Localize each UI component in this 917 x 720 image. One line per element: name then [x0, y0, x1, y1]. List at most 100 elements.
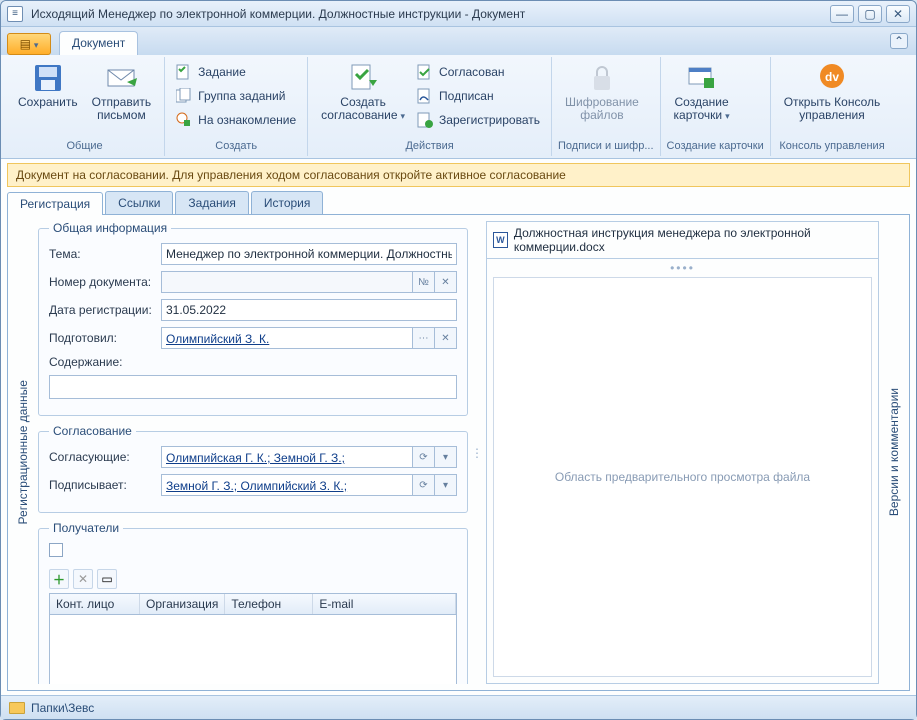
- prepared-input[interactable]: Олимпийский З. К.: [161, 327, 413, 349]
- subject-input[interactable]: [161, 243, 457, 265]
- page-tabs: Регистрация Ссылки Задания История: [7, 191, 910, 215]
- info-bar: Документ на согласовании. Для управления…: [7, 163, 910, 187]
- regdate-input[interactable]: [161, 299, 457, 321]
- regdate-label: Дата регистрации:: [49, 303, 161, 317]
- console-icon: dv: [816, 62, 848, 94]
- ribbon-collapse-button[interactable]: ⌃: [890, 33, 908, 49]
- col-tel[interactable]: Телефон: [225, 594, 313, 614]
- folder-icon: [9, 702, 25, 714]
- minimize-button[interactable]: —: [830, 5, 854, 23]
- preview-header: W Должностная инструкция менеджера по эл…: [487, 222, 878, 259]
- recipient-card-button[interactable]: ▭: [97, 569, 117, 589]
- group-label-create: Создать: [171, 140, 301, 156]
- section-recipients: Получатели ＋ ✕ ▭ Конт. лицо Организация …: [38, 521, 468, 684]
- approvers-refresh-button[interactable]: ⟳: [413, 446, 435, 468]
- save-label: Сохранить: [18, 96, 78, 109]
- content-textarea[interactable]: [49, 375, 457, 399]
- docnum-input[interactable]: [161, 271, 413, 293]
- docnum-generate-button[interactable]: №: [413, 271, 435, 293]
- create-approval-text: Создать согласование: [321, 95, 397, 122]
- status-path[interactable]: Папки\Зевс: [31, 701, 94, 715]
- recipients-grid[interactable]: Конт. лицо Организация Телефон E-mail: [49, 593, 457, 684]
- mail-icon: [105, 62, 137, 94]
- create-approval-button[interactable]: Создать согласование: [314, 59, 412, 140]
- close-window-button[interactable]: ✕: [886, 5, 910, 23]
- review-icon: [176, 112, 192, 128]
- col-email[interactable]: E-mail: [313, 594, 456, 614]
- task-group-label: Группа заданий: [198, 89, 285, 103]
- svg-text:dv: dv: [825, 70, 839, 84]
- open-console-label: Открыть Консоль управления: [784, 96, 881, 122]
- ribbon-group-sign: Шифрование файлов Подписи и шифр...: [552, 57, 661, 156]
- chevron-down-icon: [31, 37, 39, 51]
- signer-label: Подписывает:: [49, 478, 161, 492]
- register-button[interactable]: Зарегистрировать: [412, 109, 545, 131]
- approval-icon: [347, 62, 379, 94]
- register-icon: [417, 112, 433, 128]
- tab-registration[interactable]: Регистрация: [7, 192, 103, 215]
- ribbon-group-card: Создание карточки Создание карточки: [661, 57, 771, 156]
- prepared-clear-button[interactable]: ✕: [435, 327, 457, 349]
- ribbon-tab-document[interactable]: Документ: [59, 31, 138, 55]
- tab-links[interactable]: Ссылки: [105, 191, 173, 214]
- grid-header: Конт. лицо Организация Телефон E-mail: [50, 594, 456, 615]
- create-task-group-button[interactable]: Группа заданий: [171, 85, 301, 107]
- create-review-button[interactable]: На ознакомление: [171, 109, 301, 131]
- maximize-button[interactable]: ▢: [858, 5, 882, 23]
- task-group-icon: [176, 88, 192, 104]
- encrypt-button: Шифрование файлов: [558, 59, 646, 140]
- preview-placeholder: Область предварительного просмотра файла: [493, 277, 872, 677]
- approvers-input[interactable]: Олимпийская Г. К.; Земной Г. З.;: [161, 446, 413, 468]
- lock-icon: [586, 62, 618, 94]
- prepared-pick-button[interactable]: ⋯: [413, 327, 435, 349]
- section-approval: Согласование Согласующие: Олимпийская Г.…: [38, 424, 468, 513]
- open-console-button[interactable]: dv Открыть Консоль управления: [777, 59, 888, 140]
- save-button[interactable]: Сохранить: [11, 59, 85, 140]
- encrypt-label: Шифрование файлов: [565, 96, 639, 122]
- window-title: Исходящий Менеджер по электронной коммер…: [27, 7, 826, 21]
- splitter[interactable]: ⋮: [474, 221, 480, 684]
- section-recipients-title: Получатели: [49, 521, 123, 535]
- signer-dropdown-button[interactable]: ▾: [435, 474, 457, 496]
- signer-refresh-button[interactable]: ⟳: [413, 474, 435, 496]
- recipients-checkbox[interactable]: [49, 543, 63, 557]
- recipient-delete-button[interactable]: ✕: [73, 569, 93, 589]
- preview-filename[interactable]: Должностная инструкция менеджера по элек…: [514, 226, 872, 254]
- docnum-label: Номер документа:: [49, 275, 161, 289]
- content-label: Содержание:: [49, 355, 161, 369]
- signed-button[interactable]: Подписан: [412, 85, 545, 107]
- approvers-dropdown-button[interactable]: ▾: [435, 446, 457, 468]
- create-card-label: Создание карточки: [674, 96, 730, 123]
- ribbon: Сохранить Отправить письмом Общие Задани…: [1, 55, 916, 159]
- approved-icon: [417, 64, 433, 80]
- tab-tasks[interactable]: Задания: [175, 191, 248, 214]
- group-label-actions: Действия: [314, 140, 545, 156]
- app-icon: ≡: [7, 6, 23, 22]
- preview-resize-handle[interactable]: ••••: [670, 259, 695, 277]
- side-panel-right[interactable]: Версии и комментарии: [885, 221, 903, 684]
- word-icon: W: [493, 232, 508, 248]
- col-contact[interactable]: Конт. лицо: [50, 594, 140, 614]
- col-org[interactable]: Организация: [140, 594, 225, 614]
- create-card-button[interactable]: Создание карточки: [667, 59, 737, 140]
- docnum-clear-button[interactable]: ✕: [435, 271, 457, 293]
- recipient-add-button[interactable]: ＋: [49, 569, 69, 589]
- approved-button[interactable]: Согласован: [412, 61, 545, 83]
- signer-input[interactable]: Земной Г. З.; Олимпийский З. К.;: [161, 474, 413, 496]
- create-task-button[interactable]: Задание: [171, 61, 301, 83]
- approvers-label: Согласующие:: [49, 450, 161, 464]
- send-letter-button[interactable]: Отправить письмом: [85, 59, 159, 140]
- group-label-sign: Подписи и шифр...: [558, 140, 654, 156]
- ribbon-group-console: dv Открыть Консоль управления Консоль уп…: [771, 57, 894, 156]
- tab-history[interactable]: История: [251, 191, 324, 214]
- preview-pane: W Должностная инструкция менеджера по эл…: [486, 221, 879, 684]
- chevron-down-icon: [722, 108, 730, 122]
- section-general-title: Общая информация: [49, 221, 171, 235]
- register-label: Зарегистрировать: [439, 113, 540, 127]
- grid-body[interactable]: [50, 615, 456, 684]
- app-menu-button[interactable]: ▤: [7, 33, 51, 55]
- app-window: ≡ Исходящий Менеджер по электронной комм…: [0, 0, 917, 720]
- side-left-label: Регистрационные данные: [16, 380, 30, 524]
- titlebar: ≡ Исходящий Менеджер по электронной комм…: [1, 1, 916, 27]
- side-panel-left[interactable]: Регистрационные данные: [14, 221, 32, 684]
